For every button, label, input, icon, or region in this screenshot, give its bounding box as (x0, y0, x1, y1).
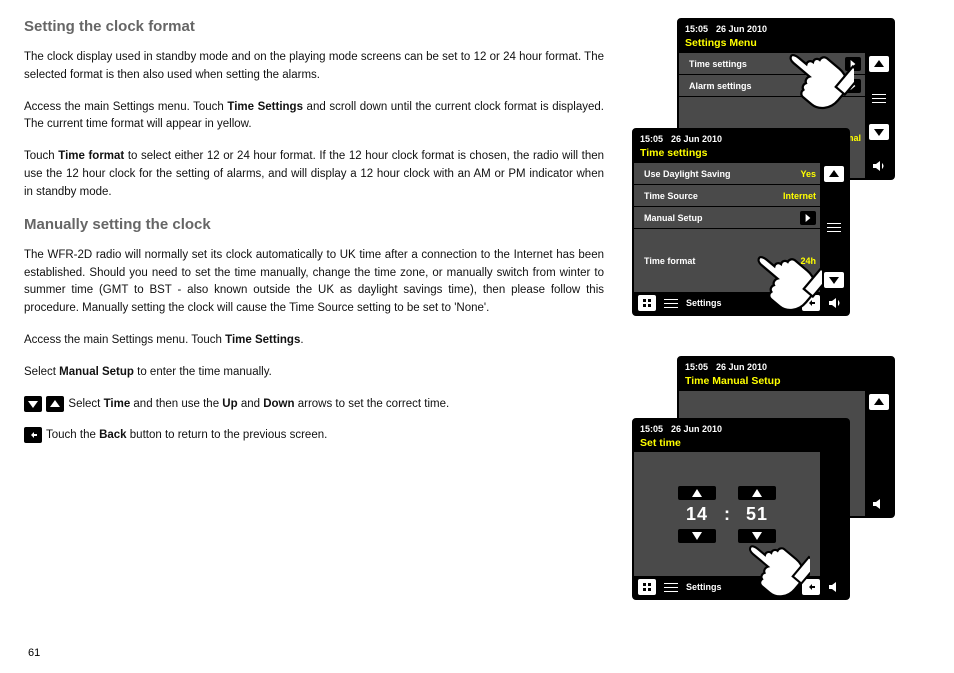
down-arrow-icon (24, 396, 42, 412)
minutes-value: 51 (746, 502, 768, 527)
para-8: Touch the Back button to return to the p… (24, 427, 604, 445)
scroll-down-button[interactable] (869, 124, 889, 140)
grid-icon[interactable] (638, 579, 656, 595)
clock-date: 26 Jun 2010 (671, 134, 722, 144)
row-daylight-saving[interactable]: Use Daylight SavingYes (634, 162, 820, 184)
scroll-down-button[interactable] (824, 272, 844, 288)
clock-date: 26 Jun 2010 (716, 24, 767, 34)
hours-down-button[interactable] (678, 529, 716, 543)
scroll-up-button[interactable] (869, 56, 889, 72)
clock-time: 15:05 (685, 24, 708, 34)
para-5: Access the main Settings menu. Touch Tim… (24, 332, 604, 350)
speaker-icon[interactable] (869, 158, 889, 174)
heading-manual-clock: Manually setting the clock (24, 216, 604, 233)
hours-value: 14 (686, 502, 708, 527)
page-number: 61 (28, 647, 40, 659)
settings-label: Settings (686, 582, 722, 592)
screen-title: Time settings (634, 144, 848, 162)
screen-time-settings: 15:05 26 Jun 2010 Time settings Use Dayli… (632, 128, 850, 316)
clock-time: 15:05 (685, 362, 708, 372)
clock-date: 26 Jun 2010 (716, 362, 767, 372)
para-3: Touch Time format to select either 12 or… (24, 148, 604, 201)
screen-title: Time Manual Setup (679, 372, 893, 390)
speaker-icon[interactable] (869, 496, 889, 512)
back-icon (24, 427, 42, 443)
para-2: Access the main Settings menu. Touch Tim… (24, 99, 604, 135)
heading-clock-format: Setting the clock format (24, 18, 604, 35)
time-separator: : (724, 504, 730, 525)
row-alarm-settings[interactable]: Alarm settings (679, 74, 865, 96)
chevron-right-icon (845, 57, 861, 71)
para-1: The clock display used in standby mode a… (24, 49, 604, 85)
minutes-up-button[interactable] (738, 486, 776, 500)
para-4: The WFR-2D radio will normally set its c… (24, 247, 604, 318)
chevron-right-icon (800, 211, 816, 225)
row-manual-setup[interactable]: Manual Setup (634, 206, 820, 228)
row-time-settings[interactable]: Time settings (679, 52, 865, 74)
back-button[interactable] (802, 295, 820, 311)
minutes-spinner: 51 (738, 486, 776, 543)
scroll-up-button[interactable] (869, 394, 889, 410)
screen-title: Set time (634, 434, 848, 452)
clock-date: 26 Jun 2010 (671, 424, 722, 434)
para-6: Select Manual Setup to enter the time ma… (24, 364, 604, 382)
hours-spinner: 14 (678, 486, 716, 543)
menu-lines-icon (824, 219, 844, 235)
screen-title: Settings Menu (679, 34, 893, 52)
speaker-icon[interactable] (826, 579, 844, 595)
clock-time: 15:05 (640, 424, 663, 434)
back-button[interactable] (802, 579, 820, 595)
menu-lines-icon[interactable] (662, 579, 680, 595)
clock-time: 15:05 (640, 134, 663, 144)
row-time-source[interactable]: Time SourceInternet (634, 184, 820, 206)
settings-label: Settings (686, 298, 722, 308)
hours-up-button[interactable] (678, 486, 716, 500)
menu-lines-icon (869, 90, 889, 106)
grid-icon[interactable] (638, 295, 656, 311)
minutes-down-button[interactable] (738, 529, 776, 543)
menu-lines-icon[interactable] (662, 295, 680, 311)
chevron-right-icon (845, 79, 861, 93)
screen-set-time: 15:05 26 Jun 2010 Set time 14 : (632, 418, 850, 600)
up-arrow-icon (46, 396, 64, 412)
para-7: Select Time and then use the Up and Down… (24, 396, 604, 414)
row-time-format[interactable]: Time format24h (634, 228, 820, 292)
scroll-up-button[interactable] (824, 166, 844, 182)
speaker-icon[interactable] (826, 295, 844, 311)
